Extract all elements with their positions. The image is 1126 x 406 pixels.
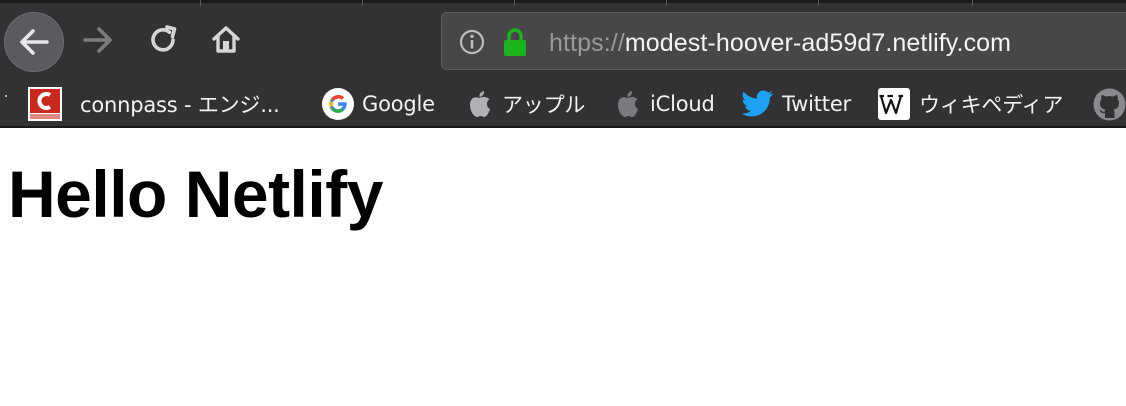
bookmarks-toolbar: connpass - エンジ... Google アップル iCloud Twi… xyxy=(0,82,1126,126)
home-icon xyxy=(212,26,240,53)
bookmark-label: Google xyxy=(362,92,435,116)
url-scheme: https:// xyxy=(549,29,625,57)
reload-button[interactable] xyxy=(136,12,192,68)
page-heading: Hello Netlify xyxy=(8,157,383,231)
page-content: Hello Netlify xyxy=(0,128,1126,406)
connpass-icon xyxy=(28,87,62,121)
tab-strip xyxy=(0,0,1126,3)
bookmark-label: iCloud xyxy=(650,92,715,116)
forward-button[interactable] xyxy=(70,12,126,68)
bookmark-icloud[interactable]: iCloud xyxy=(614,82,715,126)
home-button[interactable] xyxy=(198,12,254,68)
overflow-dot xyxy=(5,95,7,97)
bookmark-apple[interactable]: アップル xyxy=(466,82,585,126)
tab-separator xyxy=(972,0,973,6)
bookmark-google[interactable]: Google xyxy=(322,82,435,126)
bookmark-github[interactable] xyxy=(1093,82,1126,126)
arrow-right-icon xyxy=(83,27,112,53)
bookmark-twitter[interactable]: Twitter xyxy=(741,82,851,126)
bookmark-label: Twitter xyxy=(782,92,851,116)
url-text[interactable]: https://modest-hoover-ad59d7.netlify.com xyxy=(549,28,1011,58)
github-icon xyxy=(1093,88,1126,121)
url-host: modest-hoover-ad59d7.netlify.com xyxy=(624,29,1012,57)
reload-icon xyxy=(151,25,177,52)
tab-separator xyxy=(818,0,819,6)
google-icon xyxy=(322,88,354,120)
tab-separator xyxy=(200,0,201,6)
tab-separator xyxy=(514,0,515,6)
bookmark-connpass[interactable]: connpass - エンジ... xyxy=(28,82,280,126)
bookmark-label: ウィキペディア xyxy=(919,93,1064,117)
back-button[interactable] xyxy=(4,12,64,72)
address-bar[interactable]: https://modest-hoover-ad59d7.netlify.com xyxy=(441,12,1126,70)
arrow-left-icon xyxy=(20,29,49,55)
apple-icon xyxy=(466,89,492,119)
info-icon[interactable] xyxy=(459,29,485,55)
bookmark-label: connpass - エンジ... xyxy=(80,93,280,117)
lock-icon[interactable] xyxy=(502,27,528,57)
tab-separator xyxy=(666,0,667,6)
tab-separator xyxy=(362,0,363,6)
browser-window: https://modest-hoover-ad59d7.netlify.com… xyxy=(0,0,1126,406)
bookmark-wikipedia[interactable]: ウィキペディア xyxy=(878,82,1063,126)
wikipedia-icon xyxy=(878,88,910,120)
navigation-toolbar: https://modest-hoover-ad59d7.netlify.com xyxy=(0,0,1126,82)
twitter-bird-icon xyxy=(741,89,775,119)
apple-icon xyxy=(614,89,640,119)
bookmark-label: アップル xyxy=(502,93,586,117)
